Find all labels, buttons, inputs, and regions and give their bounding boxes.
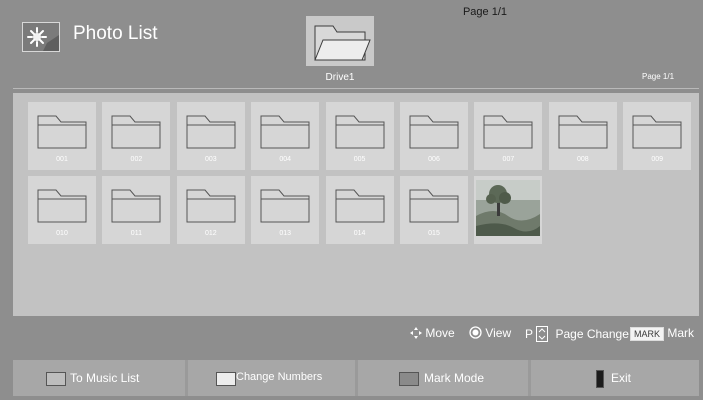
folder-tile[interactable]: 003 — [176, 102, 245, 170]
mark-mode-button[interactable]: Mark Mode — [358, 360, 528, 396]
folder-icon — [260, 189, 310, 223]
folder-tile[interactable]: 009 — [623, 102, 692, 170]
exit-button[interactable]: Exit — [531, 360, 699, 396]
folder-icon — [409, 189, 459, 223]
move-icon — [410, 326, 425, 340]
folder-label: 008 — [576, 156, 589, 163]
folder-icon — [186, 115, 236, 149]
folder-label: 012 — [204, 230, 217, 237]
folder-icon — [632, 115, 682, 149]
folder-tile[interactable]: 006 — [400, 102, 468, 170]
folder-tile[interactable]: 001 — [28, 102, 96, 170]
blue-key-icon — [596, 370, 604, 388]
folder-tile[interactable]: 005 — [325, 102, 394, 170]
folder-icon — [186, 189, 236, 223]
folder-label: 003 — [204, 156, 217, 163]
folder-icon — [335, 189, 385, 223]
folder-icon — [558, 115, 608, 149]
folder-tile[interactable]: 015 — [400, 176, 468, 244]
folder-label: 013 — [279, 230, 292, 237]
move-label: Move — [425, 326, 455, 340]
folder-label: 005 — [353, 156, 366, 163]
folder-tile[interactable]: 014 — [325, 176, 394, 244]
folder-tile[interactable]: 012 — [176, 176, 245, 244]
mark-hint: MARK Mark — [630, 326, 694, 341]
file-grid: 001 002 003 004 005 006 007 008 009 010 011 012 013 0… — [13, 93, 699, 316]
to-music-list-button[interactable]: To Music List — [13, 360, 185, 396]
folder-label: 010 — [56, 230, 68, 237]
exit-label: Exit — [611, 371, 632, 385]
folder-tile[interactable]: 011 — [102, 176, 171, 244]
folder-icon — [111, 115, 161, 149]
page-title: Photo List — [73, 23, 158, 44]
folder-label: 011 — [130, 230, 142, 237]
folder-tile[interactable]: 004 — [251, 102, 320, 170]
header-divider — [13, 88, 699, 89]
folder-label: 014 — [353, 230, 366, 237]
folder-tile[interactable]: 008 — [548, 102, 617, 170]
mark-label: Mark — [667, 326, 695, 340]
mark-key-badge: MARK — [630, 327, 665, 341]
folder-tile[interactable]: 013 — [251, 176, 320, 244]
control-hints: Move View P Page Change MARK Mark — [13, 321, 699, 345]
photo-thumbnail-tile[interactable] — [474, 176, 543, 244]
folder-icon — [111, 189, 161, 223]
green-key-icon — [216, 372, 236, 386]
folder-tile[interactable]: 010 — [28, 176, 96, 244]
page-prefix: P — [525, 327, 533, 341]
view-label: View — [485, 326, 512, 340]
view-hint: View — [469, 326, 511, 340]
page-indicator: Page 1/1 — [641, 72, 675, 81]
folder-label: 006 — [428, 156, 440, 163]
folder-icon — [335, 115, 385, 149]
folder-tile[interactable]: 007 — [474, 102, 543, 170]
photo-icon — [22, 22, 60, 52]
folder-icon — [409, 115, 459, 149]
folder-icon — [37, 189, 87, 223]
folder-label: 007 — [502, 156, 515, 163]
change-numbers-button[interactable]: Change Numbers — [188, 360, 355, 396]
folder-open-icon — [314, 25, 371, 61]
photo-list-screen: Page 1/1 Photo List Drive1 Page 1/1 001 … — [0, 0, 703, 400]
change-numbers-label: Change Numbers — [236, 371, 323, 383]
bottom-bar: To Music List Change Numbers Mark Mode E… — [13, 360, 699, 396]
folder-label: 004 — [279, 156, 292, 163]
folder-label: 015 — [428, 230, 440, 237]
drive-label: Drive1 — [325, 72, 355, 83]
page-change-label: Page Change — [555, 327, 629, 341]
page-up-down-icon — [536, 326, 551, 342]
red-key-icon — [46, 372, 66, 386]
folder-icon — [483, 115, 533, 149]
to-music-list-label: To Music List — [70, 371, 140, 385]
folder-label: 001 — [56, 156, 68, 163]
drive-selector[interactable] — [306, 16, 374, 66]
folder-tile[interactable]: 002 — [102, 102, 171, 170]
ok-icon — [469, 326, 485, 340]
folder-icon — [37, 115, 87, 149]
folder-label: 009 — [651, 156, 664, 163]
landscape-photo-thumbnail — [476, 180, 541, 236]
mark-mode-label: Mark Mode — [424, 371, 485, 385]
folder-label: 002 — [130, 156, 143, 163]
move-hint: Move — [410, 326, 455, 340]
yellow-key-icon — [399, 372, 419, 386]
folder-icon — [260, 115, 310, 149]
page-change-hint: P Page Change — [525, 326, 629, 342]
top-page-indicator: Page 1/1 — [462, 6, 508, 18]
